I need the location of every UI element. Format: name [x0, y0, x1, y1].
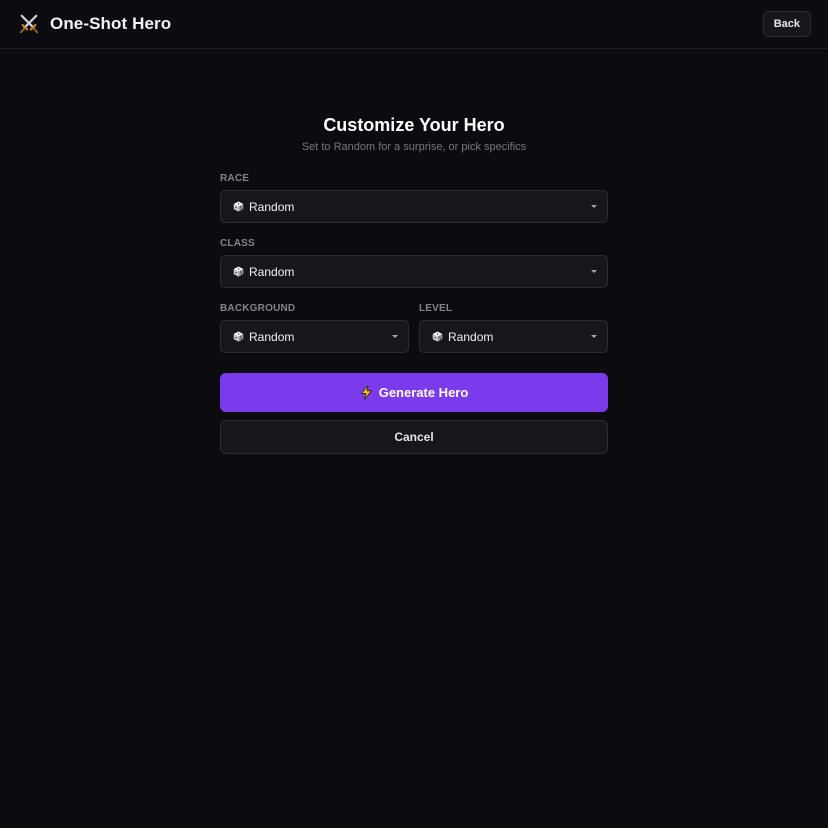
- race-value: Random: [249, 199, 295, 214]
- page-title: Customize Your Hero: [323, 115, 505, 135]
- background-select[interactable]: Random: [220, 320, 409, 353]
- dice-icon: [233, 331, 244, 342]
- dice-icon: [233, 266, 244, 277]
- class-select[interactable]: Random: [220, 255, 608, 288]
- back-button[interactable]: Back: [762, 11, 811, 37]
- level-select[interactable]: Random: [419, 320, 608, 353]
- level-field: LEVEL Random: [419, 303, 608, 353]
- background-field: BACKGROUND Random: [220, 303, 409, 353]
- chevron-down-icon: [591, 270, 597, 273]
- race-field: RACE Random: [220, 173, 608, 223]
- race-select[interactable]: Random: [220, 190, 608, 223]
- chevron-down-icon: [591, 335, 597, 338]
- level-value: Random: [448, 329, 494, 344]
- cancel-button[interactable]: Cancel: [220, 420, 608, 454]
- background-level-row: BACKGROUND Random LEVEL Random: [220, 303, 608, 353]
- page-subtitle: Set to Random for a surprise, or pick sp…: [301, 141, 527, 153]
- level-label: LEVEL: [419, 303, 453, 314]
- lightning-icon: [360, 385, 372, 400]
- background-label: BACKGROUND: [220, 303, 296, 314]
- dice-icon: [432, 331, 443, 342]
- class-field: CLASS Random: [220, 238, 608, 288]
- chevron-down-icon: [392, 335, 398, 338]
- app-header: One-Shot Hero Back: [0, 0, 828, 49]
- class-value: Random: [249, 264, 295, 279]
- race-label: RACE: [220, 173, 250, 184]
- app-title: One-Shot Hero: [50, 14, 172, 33]
- generate-hero-button[interactable]: Generate Hero: [220, 373, 608, 412]
- dice-icon: [233, 201, 244, 212]
- customize-form: Customize Your Hero Set to Random for a …: [220, 113, 608, 454]
- crossed-swords-icon: [19, 14, 39, 34]
- background-value: Random: [249, 329, 295, 344]
- brand: One-Shot Hero: [18, 13, 171, 35]
- class-label: CLASS: [220, 238, 255, 249]
- chevron-down-icon: [591, 205, 597, 208]
- generate-hero-label: Generate Hero: [378, 385, 469, 400]
